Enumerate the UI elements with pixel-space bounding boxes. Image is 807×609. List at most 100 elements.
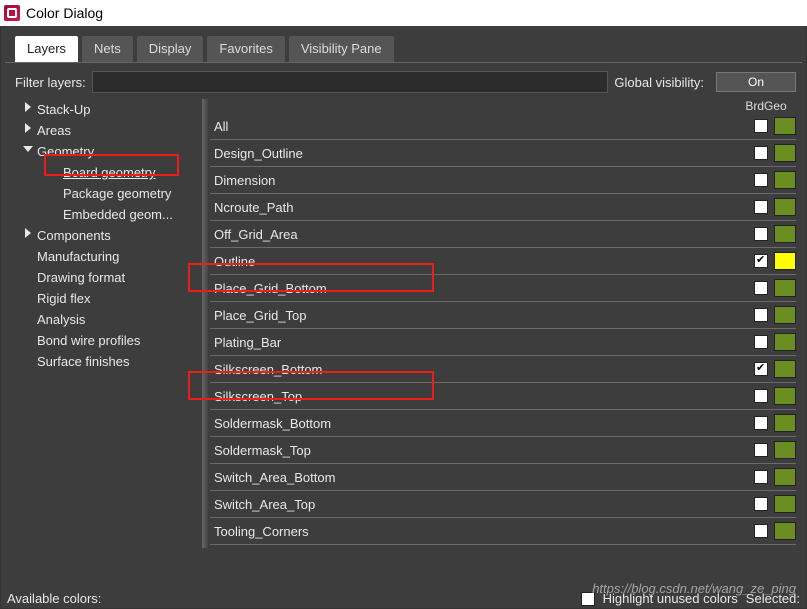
layer-row: Off_Grid_Area (210, 221, 796, 248)
global-visibility-label: Global visibility: (614, 75, 704, 90)
layer-visibility-checkbox[interactable] (754, 362, 768, 376)
layer-visibility-checkbox[interactable] (754, 470, 768, 484)
layer-visibility-checkbox[interactable] (754, 173, 768, 187)
filter-label: Filter layers: (15, 75, 86, 90)
filter-input[interactable] (92, 71, 609, 93)
window-titlebar: Color Dialog (0, 0, 807, 26)
layer-visibility-checkbox[interactable] (754, 227, 768, 241)
chevron-right-icon (23, 102, 33, 112)
tree-item-label: Manufacturing (37, 249, 119, 264)
global-visibility-button[interactable]: On (716, 72, 796, 92)
layer-color-swatch[interactable] (774, 333, 796, 351)
layer-name: Ncroute_Path (214, 200, 750, 215)
tab-nets[interactable]: Nets (82, 36, 133, 62)
layer-name: Switch_Area_Bottom (214, 470, 750, 485)
layer-row: Tooling_Corners (210, 518, 796, 545)
layer-color-swatch[interactable] (774, 198, 796, 216)
layer-name: Soldermask_Top (214, 443, 750, 458)
tree-item-components[interactable]: Components (15, 225, 200, 246)
chevron-right-icon (23, 123, 33, 133)
layer-color-swatch[interactable] (774, 522, 796, 540)
layer-visibility-checkbox[interactable] (754, 416, 768, 430)
tree-item-drawing-format[interactable]: Drawing format (15, 267, 200, 288)
tree-item-label: Surface finishes (37, 354, 130, 369)
tree-item-geometry[interactable]: Geometry (15, 141, 200, 162)
layer-color-swatch[interactable] (774, 495, 796, 513)
layer-visibility-checkbox[interactable] (754, 308, 768, 322)
tree-item-stack-up[interactable]: Stack-Up (15, 99, 200, 120)
layer-visibility-checkbox[interactable] (754, 146, 768, 160)
layer-name: Design_Outline (214, 146, 750, 161)
window-title: Color Dialog (26, 5, 103, 21)
tab-layers[interactable]: Layers (15, 36, 78, 62)
layer-row: Soldermask_Bottom (210, 410, 796, 437)
highlight-unused-checkbox[interactable] (581, 592, 595, 606)
tree-item-label: Geometry (37, 144, 94, 159)
layer-name: Switch_Area_Top (214, 497, 750, 512)
app-icon (4, 5, 20, 21)
layer-color-swatch[interactable] (774, 144, 796, 162)
tree-item-surface-finishes[interactable]: Surface finishes (15, 351, 200, 372)
tab-display[interactable]: Display (137, 36, 204, 62)
layer-row: Place_Grid_Bottom (210, 275, 796, 302)
layer-name: Dimension (214, 173, 750, 188)
chevron-right-icon (23, 228, 33, 238)
layer-visibility-checkbox[interactable] (754, 254, 768, 268)
tree-item-bond-wire-profiles[interactable]: Bond wire profiles (15, 330, 200, 351)
category-tree[interactable]: Stack-Up Areas Geometry Board geometry Packa… (15, 99, 200, 548)
layer-name: Tooling_Corners (214, 524, 750, 539)
layer-visibility-checkbox[interactable] (754, 281, 768, 295)
layer-row: Place_Grid_Top (210, 302, 796, 329)
layer-row: Design_Outline (210, 140, 796, 167)
layer-color-swatch[interactable] (774, 252, 796, 270)
layer-name: Silkscreen_Bottom (214, 362, 750, 377)
layer-name: Place_Grid_Bottom (214, 281, 750, 296)
layer-visibility-checkbox[interactable] (754, 497, 768, 511)
tree-item-label: Bond wire profiles (37, 333, 140, 348)
layer-visibility-checkbox[interactable] (754, 389, 768, 403)
layer-color-swatch[interactable] (774, 360, 796, 378)
layer-name: Place_Grid_Top (214, 308, 750, 323)
layer-visibility-checkbox[interactable] (754, 200, 768, 214)
layer-row: Switch_Area_Top (210, 491, 796, 518)
chevron-down-icon (23, 144, 33, 154)
layer-color-swatch[interactable] (774, 468, 796, 486)
layer-row: All (210, 113, 796, 140)
tab-favorites[interactable]: Favorites (207, 36, 284, 62)
layer-row: Plating_Bar (210, 329, 796, 356)
layer-color-swatch[interactable] (774, 171, 796, 189)
layer-visibility-checkbox[interactable] (754, 335, 768, 349)
tree-item-embedded-geom-[interactable]: Embedded geom... (15, 204, 200, 225)
tree-item-board-geometry[interactable]: Board geometry (15, 162, 200, 183)
layer-color-swatch[interactable] (774, 279, 796, 297)
layer-color-swatch[interactable] (774, 387, 796, 405)
layer-row: Ncroute_Path (210, 194, 796, 221)
layer-color-swatch[interactable] (774, 117, 796, 135)
tree-item-manufacturing[interactable]: Manufacturing (15, 246, 200, 267)
highlight-unused-label: Highlight unused colors (603, 591, 738, 606)
layer-visibility-checkbox[interactable] (754, 443, 768, 457)
layer-row: Soldermask_Top (210, 437, 796, 464)
tree-item-label: Areas (37, 123, 71, 138)
layer-visibility-checkbox[interactable] (754, 119, 768, 133)
layer-name: All (214, 119, 750, 134)
splitter-handle[interactable] (202, 99, 208, 548)
layer-row: Silkscreen_Bottom (210, 356, 796, 383)
layer-row: Dimension (210, 167, 796, 194)
layer-color-swatch[interactable] (774, 225, 796, 243)
layer-visibility-checkbox[interactable] (754, 524, 768, 538)
layer-name: Off_Grid_Area (214, 227, 750, 242)
layer-color-swatch[interactable] (774, 441, 796, 459)
column-header-brdgeo: BrdGeo (736, 99, 796, 113)
tree-item-label: Drawing format (37, 270, 125, 285)
tree-item-areas[interactable]: Areas (15, 120, 200, 141)
tree-item-rigid-flex[interactable]: Rigid flex (15, 288, 200, 309)
tab-visibility-pane[interactable]: Visibility Pane (289, 36, 394, 62)
layer-color-swatch[interactable] (774, 306, 796, 324)
tree-item-package-geometry[interactable]: Package geometry (15, 183, 200, 204)
tree-item-label: Board geometry (63, 165, 156, 180)
layer-color-swatch[interactable] (774, 414, 796, 432)
tree-item-analysis[interactable]: Analysis (15, 309, 200, 330)
layer-row: Outline (210, 248, 796, 275)
layer-row: Switch_Area_Bottom (210, 464, 796, 491)
